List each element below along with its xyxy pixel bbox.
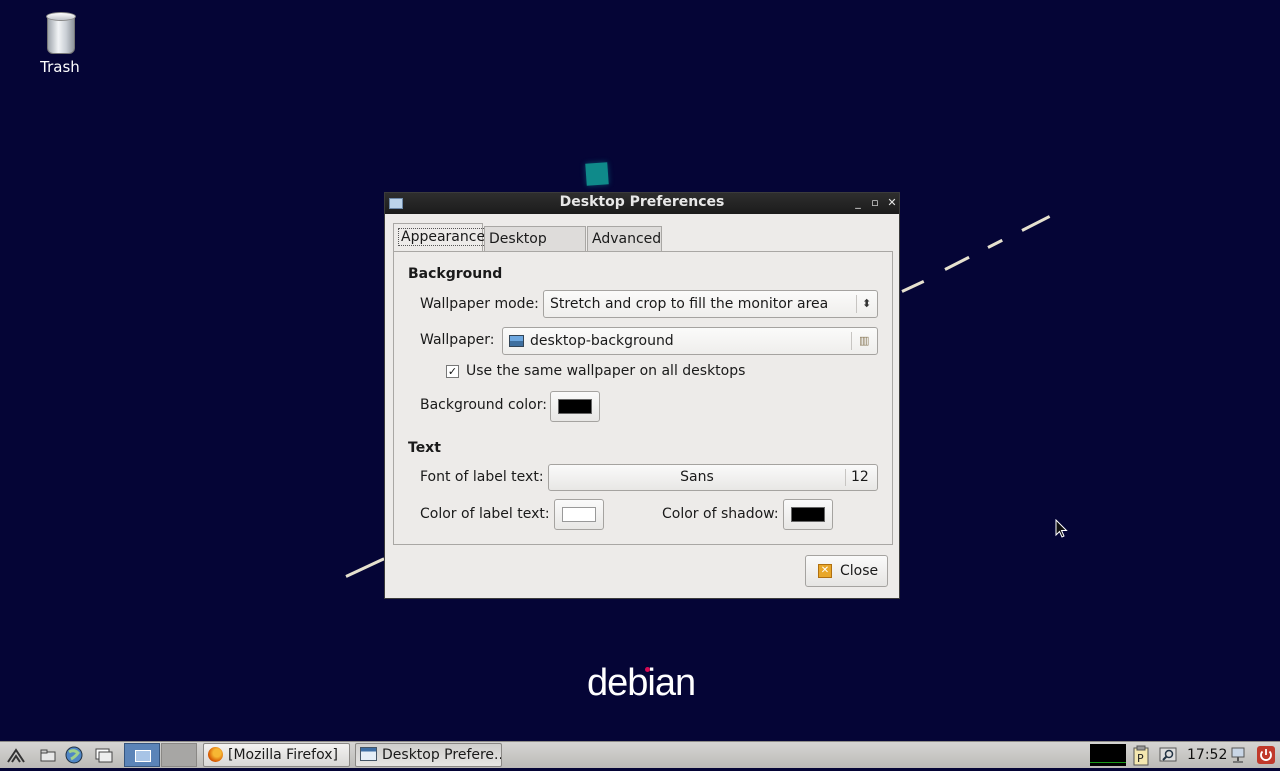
window-icon (360, 747, 377, 761)
wallpaper-mode-select[interactable]: Stretch and crop to fill the monitor are… (543, 290, 878, 318)
wallpaper-swoosh (345, 557, 385, 578)
desktop-preferences-dialog: Desktop Preferences _ ▫ ✕ Appearance Des… (384, 192, 900, 599)
dialog-title: Desktop Preferences (559, 194, 725, 210)
wallpaper-label: Wallpaper: (420, 332, 495, 348)
taskbar: [Mozilla Firefox] Desktop Prefere... P 1… (0, 741, 1280, 768)
network-icon[interactable] (1228, 745, 1248, 765)
shadow-color-label: Color of shadow: (662, 506, 779, 522)
clock[interactable]: 17:52 (1187, 742, 1227, 768)
wallpaper-swoosh (1021, 215, 1051, 232)
file-manager-icon[interactable] (38, 745, 58, 765)
firefox-icon (208, 747, 223, 762)
label-color-button[interactable] (554, 499, 604, 530)
wallpaper-swoosh (901, 279, 925, 293)
same-wallpaper-checkbox[interactable]: ✓ (446, 365, 459, 378)
workspace-window-icon (135, 750, 151, 762)
wallpaper-file-text: desktop-background (509, 328, 674, 354)
tab-appearance[interactable]: Appearance (393, 223, 489, 252)
maximize-icon[interactable]: ▫ (868, 195, 882, 211)
wallpaper-mode-value: Stretch and crop to fill the monitor are… (550, 296, 829, 312)
clipboard-icon[interactable]: P (1131, 745, 1151, 766)
background-color-label: Background color: (420, 397, 547, 413)
task-firefox[interactable]: [Mozilla Firefox] (203, 743, 350, 767)
image-file-icon (509, 335, 524, 347)
background-color-swatch (558, 399, 592, 414)
wallpaper-value: desktop-background (530, 333, 674, 349)
wallpaper-swoosh (944, 255, 970, 271)
cpu-monitor[interactable] (1090, 744, 1126, 766)
wallpaper-mode-label: Wallpaper mode: (420, 296, 539, 312)
wallpaper-decoration (585, 162, 609, 186)
updown-arrows-icon: ⬍ (862, 297, 872, 310)
desktop-trash[interactable]: Trash (30, 12, 90, 76)
web-browser-icon[interactable] (64, 745, 84, 765)
debian-logo-dot (645, 667, 650, 672)
trash-icon (45, 12, 76, 54)
background-section-title: Background (408, 266, 503, 282)
label-color-label: Color of label text: (420, 506, 550, 522)
same-wallpaper-label[interactable]: Use the same wallpaper on all desktops (466, 363, 745, 379)
search-icon[interactable] (1158, 745, 1178, 765)
font-name: Sans (680, 469, 714, 485)
text-section-title: Text (408, 440, 441, 456)
cpu-graph-line (1090, 762, 1126, 763)
dialog-titlebar[interactable]: Desktop Preferences _ ▫ ✕ (385, 193, 899, 214)
close-button[interactable]: ✕ Close (805, 555, 888, 587)
task-firefox-label: [Mozilla Firefox] (228, 747, 338, 763)
close-icon: ✕ (818, 564, 832, 578)
close-icon[interactable]: ✕ (885, 195, 899, 211)
close-button-label: Close (840, 563, 879, 579)
trash-label: Trash (40, 58, 80, 76)
task-desktop-preferences[interactable]: Desktop Prefere... (355, 743, 502, 767)
label-color-swatch (562, 507, 596, 522)
workspace-1[interactable] (124, 743, 160, 767)
chooser-separator (851, 332, 852, 350)
font-button[interactable]: Sans 12 (548, 464, 878, 491)
svg-text:P: P (1137, 752, 1144, 765)
font-separator (845, 469, 846, 486)
show-desktop-icon[interactable] (94, 745, 114, 765)
font-size: 12 (851, 469, 869, 485)
debian-logo: debian (587, 662, 696, 704)
power-icon[interactable] (1256, 745, 1276, 765)
start-menu-icon[interactable] (6, 745, 26, 765)
wallpaper-file-chooser[interactable]: desktop-background ▥ (502, 327, 878, 355)
task-desktop-preferences-label: Desktop Prefere... (382, 747, 502, 763)
combo-separator (856, 295, 857, 313)
folder-icon: ▥ (859, 334, 870, 347)
workspace-2[interactable] (161, 743, 197, 767)
font-label: Font of label text: (420, 469, 544, 485)
tab-desktop-icons[interactable]: Desktop Icons (484, 226, 586, 272)
background-color-button[interactable] (550, 391, 600, 422)
shadow-color-button[interactable] (783, 499, 833, 530)
wallpaper-swoosh (987, 238, 1003, 249)
appearance-panel: Background Wallpaper mode: Stretch and c… (393, 251, 893, 545)
tab-advanced[interactable]: Advanced (587, 226, 662, 251)
minimize-icon[interactable]: _ (851, 195, 865, 211)
shadow-color-swatch (791, 507, 825, 522)
